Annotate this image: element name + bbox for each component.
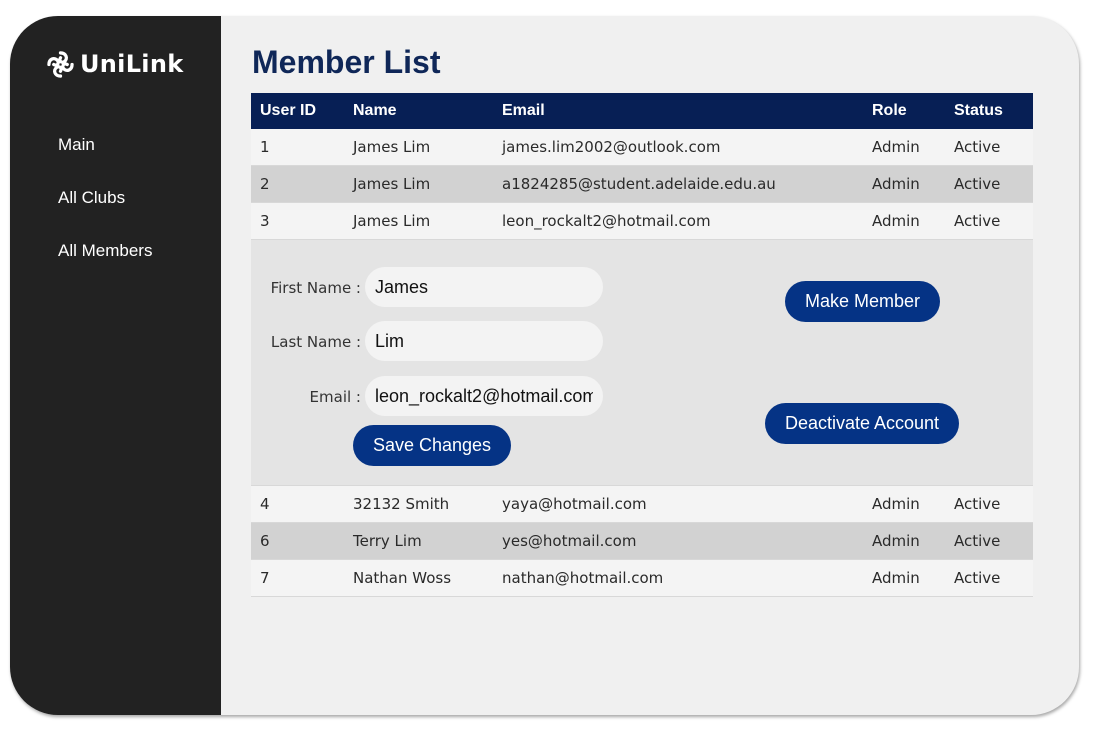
cell-email: nathan@hotmail.com — [493, 559, 863, 597]
cell-email: james.lim2002@outlook.com — [493, 129, 863, 166]
main-content: Member List User ID Name Email Role Stat… — [221, 16, 1079, 715]
table-row[interactable]: 7 Nathan Woss nathan@hotmail.com Admin A… — [251, 559, 1033, 597]
table-row[interactable]: 2 James Lim a1824285@student.adelaide.ed… — [251, 165, 1033, 203]
cell-status: Active — [945, 559, 1033, 597]
cell-role: Admin — [863, 129, 945, 166]
cell-user-id: 2 — [251, 165, 344, 203]
table-row[interactable]: 1 James Lim james.lim2002@outlook.com Ad… — [251, 129, 1033, 166]
edit-member-panel: First Name : Last Name : Email : Save Ch… — [251, 240, 1033, 485]
column-header-name[interactable]: Name — [344, 93, 493, 129]
cell-name: Nathan Woss — [344, 559, 493, 597]
unilink-logo-icon — [47, 50, 74, 78]
cell-role: Admin — [863, 202, 945, 240]
table-row[interactable]: 4 32132 Smith yaya@hotmail.com Admin Act… — [251, 485, 1033, 523]
cell-name: 32132 Smith — [344, 485, 493, 523]
last-name-label: Last Name : — [270, 333, 361, 351]
page-title: Member List — [252, 44, 441, 80]
cell-role: Admin — [863, 165, 945, 203]
logo[interactable]: UniLink — [47, 48, 183, 80]
cell-status: Active — [945, 165, 1033, 203]
cell-user-id: 6 — [251, 522, 344, 560]
edit-member-row: First Name : Last Name : Email : Save Ch… — [251, 239, 1033, 486]
email-field[interactable] — [365, 376, 603, 416]
cell-user-id: 4 — [251, 485, 344, 523]
cell-role: Admin — [863, 522, 945, 560]
first-name-label: First Name : — [270, 279, 361, 297]
logo-text: UniLink — [80, 50, 184, 78]
last-name-field[interactable] — [365, 321, 603, 361]
cell-status: Active — [945, 202, 1033, 240]
cell-user-id: 3 — [251, 202, 344, 240]
table-row-selected[interactable]: 3 James Lim leon_rockalt2@hotmail.com Ad… — [251, 202, 1033, 240]
cell-email: yes@hotmail.com — [493, 522, 863, 560]
cell-name: James Lim — [344, 165, 493, 203]
cell-status: Active — [945, 129, 1033, 166]
cell-name: Terry Lim — [344, 522, 493, 560]
column-header-status[interactable]: Status — [945, 93, 1033, 129]
cell-status: Active — [945, 485, 1033, 523]
cell-name: James Lim — [344, 202, 493, 240]
email-label: Email : — [309, 388, 361, 406]
table-row[interactable]: 6 Terry Lim yes@hotmail.com Admin Active — [251, 522, 1033, 560]
app-window: UniLink Main All Clubs All Members Membe… — [10, 16, 1079, 715]
table-header-row: User ID Name Email Role Status — [251, 93, 1033, 129]
column-header-role[interactable]: Role — [863, 93, 945, 129]
sidebar: UniLink Main All Clubs All Members — [10, 16, 221, 715]
column-header-email[interactable]: Email — [493, 93, 863, 129]
cell-email: a1824285@student.adelaide.edu.au — [493, 165, 863, 203]
cell-email: yaya@hotmail.com — [493, 485, 863, 523]
make-member-button[interactable]: Make Member — [785, 281, 940, 322]
sidebar-item-all-clubs[interactable]: All Clubs — [58, 188, 125, 208]
save-changes-button[interactable]: Save Changes — [353, 425, 511, 466]
sidebar-item-main[interactable]: Main — [58, 135, 95, 155]
first-name-field[interactable] — [365, 267, 603, 307]
cell-status: Active — [945, 522, 1033, 560]
cell-role: Admin — [863, 485, 945, 523]
cell-name: James Lim — [344, 129, 493, 166]
sidebar-item-all-members[interactable]: All Members — [58, 241, 152, 261]
cell-user-id: 7 — [251, 559, 344, 597]
deactivate-account-button[interactable]: Deactivate Account — [765, 403, 959, 444]
cell-role: Admin — [863, 559, 945, 597]
cell-user-id: 1 — [251, 129, 344, 166]
cell-email: leon_rockalt2@hotmail.com — [493, 202, 863, 240]
member-table: User ID Name Email Role Status 1 James L… — [251, 93, 1033, 597]
column-header-user-id[interactable]: User ID — [251, 93, 344, 129]
edit-member-cell: First Name : Last Name : Email : Save Ch… — [251, 239, 1033, 486]
